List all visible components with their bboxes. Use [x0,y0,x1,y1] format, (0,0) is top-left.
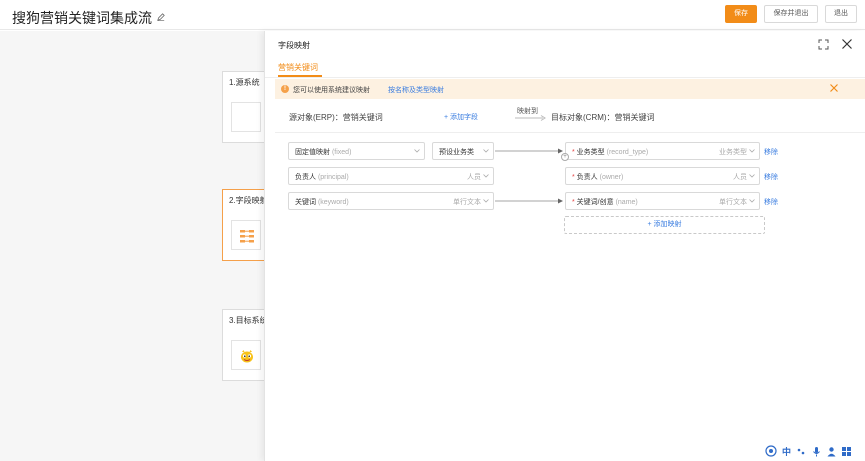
source-field-select[interactable]: 固定值映射 (fixed) [288,142,425,160]
target-field-type: 单行文本 [719,199,747,206]
preset-value-text: 预设业务类 [439,149,474,156]
source-field-select[interactable]: 负责人 (principal) 人员 [288,167,494,185]
node-icon-box [231,340,261,370]
source-field-name: 负责人 [295,174,316,181]
flow-node-title: 3.目标系统 [229,316,267,325]
target-field-type: 人员 [733,174,747,181]
mapping-connector [495,198,563,204]
source-field-name: 关键词 [295,199,316,206]
source-field-type: 人员 [467,174,481,181]
mapping-header: 源对象(ERP)：营销关键词 + 添加字段 映射到 目标对象(CRM)：营销关键… [275,101,865,133]
top-bar: 搜狗营销关键词集成流 保存 保存并退出 退出 [0,0,865,30]
source-field-select[interactable]: 关键词 (keyword) 单行文本 [288,192,494,210]
ime-logo-icon[interactable] [765,445,777,457]
chevron-down-icon [749,174,755,178]
target-field-name: 关键词/创意 [576,199,614,206]
microphone-icon[interactable] [811,446,822,457]
tab-marketing-keyword[interactable]: 营销关键词 [278,62,318,73]
punctuation-icon[interactable] [796,446,807,457]
node-icon-placeholder [231,102,261,132]
add-node-plus-icon[interactable]: + [561,153,569,161]
input-method-toolbar: 中 [763,443,863,459]
source-field-name: 固定值映射 [295,149,330,156]
flow-node-title: 1.源系统 [229,78,260,87]
preset-value-select[interactable]: 预设业务类 [432,142,494,160]
source-object-label: 源对象(ERP)：营销关键词 [289,113,383,122]
source-field-hint: (keyword) [317,199,349,206]
add-field-button[interactable]: + 添加字段 [444,112,478,122]
close-notice-icon[interactable] [829,83,839,93]
warning-icon: ! [281,85,289,93]
save-button[interactable]: 保存 [725,5,757,23]
drawer-title: 字段映射 [278,41,310,50]
target-field-select[interactable]: * 业务类型 (record_type) 业务类型 [565,142,760,160]
target-field-select[interactable]: * 关键词/创意 (name) 单行文本 [565,192,760,210]
mapping-connector [495,148,563,154]
fullscreen-icon[interactable] [818,39,829,50]
chevron-down-icon [749,199,755,203]
target-field-hint: (name) [615,199,638,206]
chinese-mode-toggle[interactable]: 中 [781,446,792,457]
source-field-hint: (fixed) [331,149,352,156]
chevron-down-icon [749,149,755,153]
source-field-hint: (principal) [317,174,349,181]
close-icon[interactable] [841,38,853,50]
remove-mapping-link[interactable]: 移除 [764,172,778,182]
arrow-right-icon [515,115,546,121]
notice-text: 您可以使用系统建议映射 [293,87,370,94]
flow-node-target[interactable]: 3.目标系统 [222,309,267,381]
target-field-name: 业务类型 [576,149,605,156]
field-mapping-drawer: 字段映射 营销关键词 ! 您可以使用系统建议映射 按名称及类型映射 源对象(ER… [264,31,865,461]
exit-button[interactable]: 退出 [825,5,857,23]
edit-icon[interactable] [157,13,165,21]
chevron-down-icon [414,149,420,153]
tabs-divider [265,77,865,78]
target-field-select[interactable]: * 负责人 (owner) 人员 [565,167,760,185]
sogou-logo-icon [241,350,253,363]
flow-node-source[interactable]: 1.源系统 [222,71,266,143]
grid-menu-icon[interactable] [841,446,852,457]
flow-node-field-mapping[interactable]: 2.字段映射 [222,189,267,261]
target-field-type: 业务类型 [719,149,747,156]
user-icon[interactable] [826,446,837,457]
target-field-hint: (owner) [599,174,624,181]
remove-mapping-link[interactable]: 移除 [764,197,778,207]
node-icon-box [231,220,261,250]
field-mapping-icon [240,230,254,243]
chevron-down-icon [483,174,489,178]
chevron-down-icon [483,149,489,153]
save-and-exit-button[interactable]: 保存并退出 [764,5,818,23]
target-object-label: 目标对象(CRM)：营销关键词 [551,113,655,122]
suggestion-notice: ! 您可以使用系统建议映射 按名称及类型映射 [275,79,865,99]
add-mapping-button[interactable]: + 添加映射 [564,216,765,234]
map-by-name-type-link[interactable]: 按名称及类型映射 [388,85,444,95]
chevron-down-icon [483,199,489,203]
flow-node-title: 2.字段映射 [229,196,267,205]
page-title: 搜狗营销关键词集成流 [12,10,152,26]
target-field-hint: (record_type) [606,149,649,156]
target-field-name: 负责人 [576,174,598,181]
source-field-type: 单行文本 [453,199,481,206]
flow-canvas: 1.源系统 2.字段映射 3.目标系统 [0,31,267,461]
remove-mapping-link[interactable]: 移除 [764,147,778,157]
